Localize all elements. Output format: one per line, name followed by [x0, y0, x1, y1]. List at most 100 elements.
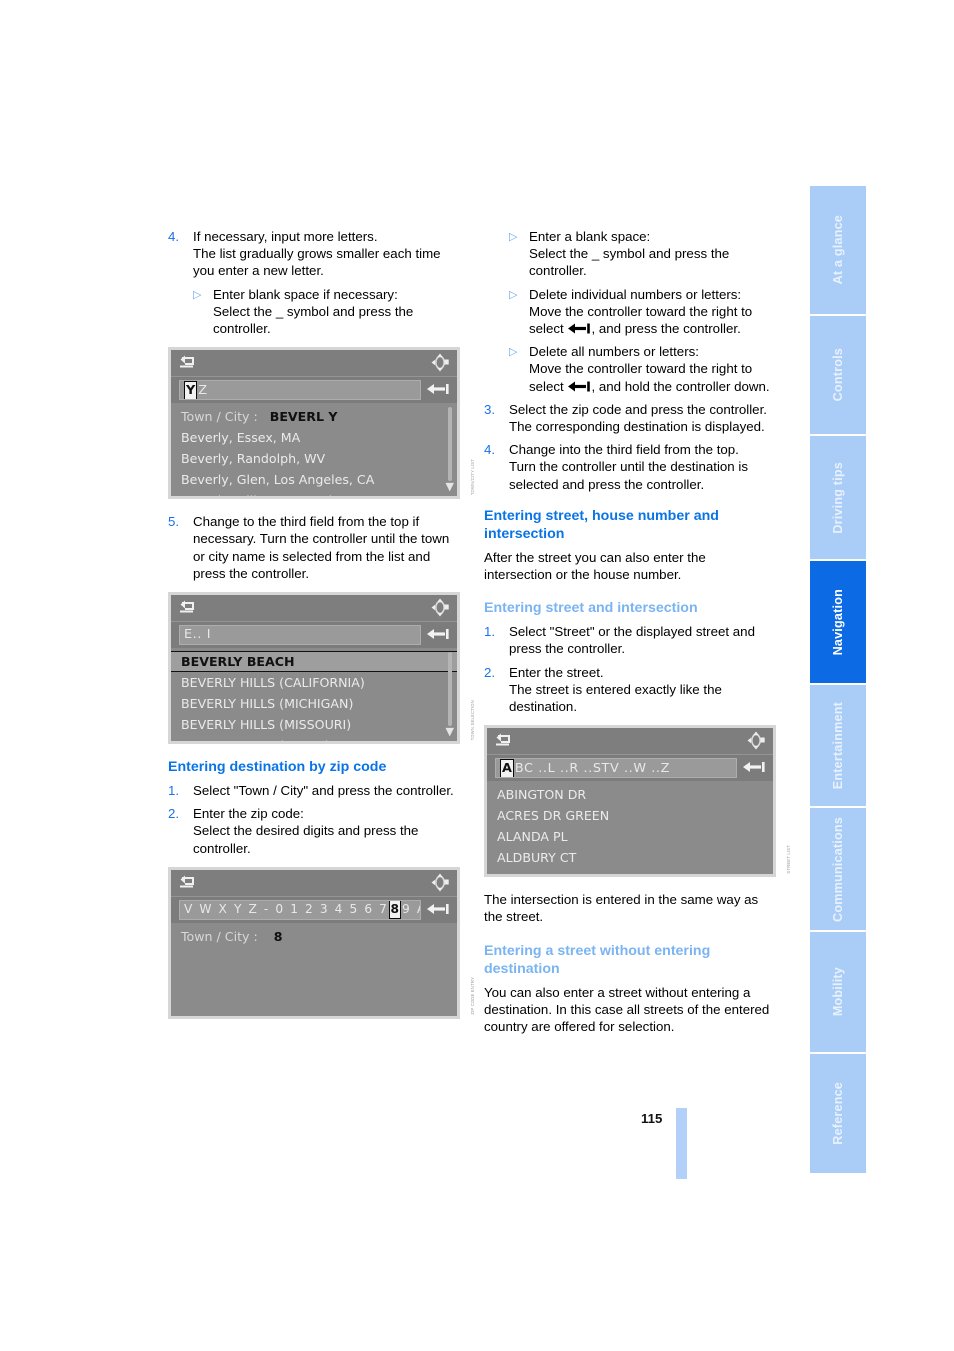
tab-mobility[interactable]: Mobility [810, 932, 866, 1052]
list-item[interactable]: ALANDA PL [487, 826, 773, 847]
step-number: 4. [168, 229, 180, 244]
list-item[interactable]: Beverly, Glen, Los Angeles, CA [171, 469, 457, 490]
nav-display: E.. I BEVERLY BEACH BEVERLY HILLS (CALIF… [168, 592, 460, 745]
delete-arrow-icon[interactable] [426, 627, 450, 641]
step-4-line-1: Change into the third field from the top… [509, 442, 739, 458]
zip-step-2-line-1: Enter the zip code: [193, 806, 304, 822]
substep-line-2b: , and press the controller. [591, 321, 741, 337]
step-number: 1. [168, 783, 180, 799]
nav-screenshot-2: E.. I BEVERLY BEACH BEVERLY HILLS (CALIF… [168, 592, 475, 745]
list-item[interactable]: Beverly, Randolph, WV [171, 448, 457, 469]
list-item[interactable]: Beverly, Essex, MA [171, 427, 457, 448]
tab-label: Mobility [831, 967, 845, 1017]
tab-entertainment[interactable]: Entertainment [810, 685, 866, 806]
scrollbar[interactable]: ▼ [443, 403, 455, 496]
town-city-label: Town / City : [181, 409, 258, 425]
back-arrow-icon[interactable] [495, 733, 512, 747]
scrollbar[interactable]: ▼ [443, 648, 455, 741]
list-item[interactable]: Beverly, Hills, Los Angeles, CA [171, 490, 457, 496]
character-input-field[interactable]: A BC ..L ..R ..STV ..W ..Z [495, 758, 737, 779]
tab-driving-tips[interactable]: Driving tips [810, 436, 866, 559]
scrollbar-thumb[interactable] [448, 407, 452, 482]
street-step-1: 1. Select "Street" or the displayed stre… [484, 623, 776, 657]
figure-caption: ZIP CODE ENTRY [470, 977, 475, 1015]
chapter-tab-rail: At a glance Controls Driving tips Naviga… [810, 186, 866, 1175]
page-number: 115 [641, 1111, 663, 1126]
character-input-field[interactable]: YZ [179, 380, 421, 401]
tab-controls[interactable]: Controls [810, 316, 866, 434]
heading-entering-street-house-number-intersection: Entering street, house number and inters… [484, 507, 719, 542]
nav-screenshot-1: YZ Town / City : BEVERL Y Beverly, Essex… [168, 347, 475, 500]
substep-delete-individual: ▷ Delete individual numbers or letters: … [484, 286, 776, 338]
four-way-controller-icon [747, 731, 765, 750]
delete-arrow-icon[interactable] [742, 760, 766, 774]
substep-delete-all: ▷ Delete all numbers or letters: Move th… [484, 343, 776, 395]
list-item[interactable]: BEVERLY HILLS (MICHIGAN) [171, 693, 457, 714]
street-step-2-line-2: The street is entered exactly like the d… [509, 681, 722, 715]
step-text: If necessary, input more letters. The li… [193, 228, 460, 280]
display-input-row: A BC ..L ..R ..STV ..W ..Z [487, 755, 773, 782]
scroll-down-arrow-icon[interactable]: ▼ [446, 726, 454, 737]
tab-label: Driving tips [831, 461, 845, 534]
selected-character[interactable]: 8 [388, 900, 402, 919]
tab-at-a-glance[interactable]: At a glance [810, 186, 866, 314]
substep-line-1: Delete individual numbers or letters: [529, 286, 742, 302]
triangle-bullet-icon: ▷ [509, 231, 518, 243]
list-item[interactable]: BEVERLY HILLS (MISSOURI) [171, 714, 457, 735]
tab-label: At a glance [831, 215, 845, 285]
step-number: 3. [484, 401, 496, 417]
page-marker-bar [676, 1108, 687, 1179]
triangle-bullet-icon: ▷ [509, 346, 518, 359]
display-top-bar [171, 350, 457, 378]
delete-arrow-icon[interactable] [426, 902, 450, 916]
back-arrow-icon[interactable] [179, 875, 196, 889]
list-item[interactable]: Town / City : 8 [171, 926, 457, 947]
list-item[interactable]: ALDBURY CT [487, 847, 773, 868]
back-arrow-icon[interactable] [179, 600, 196, 614]
character-input-field[interactable]: V W X Y Z - 0 1 2 3 4 5 6 789 A O U A [179, 899, 421, 920]
display-input-row: E.. I [171, 622, 457, 649]
tab-label: Entertainment [831, 701, 845, 790]
display-result-list: BEVERLY BEACH BEVERLY HILLS (CALIFORNIA)… [171, 648, 457, 742]
substep-blank-space: ▷ Enter blank space if necessary: Select… [168, 286, 460, 338]
display-result-list: Town / City : BEVERL Y Beverly, Essex, M… [171, 403, 457, 497]
substep-line-1: Delete all numbers or letters: [529, 344, 699, 360]
list-item[interactable]: BEVERLY HILLS (CALIFORNIA) [171, 672, 457, 693]
display-input-row: V W X Y Z - 0 1 2 3 4 5 6 789 A O U A [171, 896, 457, 923]
list-item[interactable]: ACRES DR GREEN [487, 805, 773, 826]
tab-reference[interactable]: Reference [810, 1054, 866, 1173]
zip-step-2-line-2: Select the desired digits and press the … [193, 823, 419, 856]
step-3: 3. Select the zip code and press the con… [484, 401, 776, 435]
scroll-down-arrow-icon[interactable]: ▼ [446, 481, 454, 492]
paragraph-intersection: The intersection is entered in the same … [484, 892, 759, 925]
tab-communications[interactable]: Communications [810, 808, 866, 930]
list-item[interactable]: ALDEN DR [487, 868, 773, 874]
triangle-bullet-icon: ▷ [509, 288, 518, 301]
nav-display: V W X Y Z - 0 1 2 3 4 5 6 789 A O U A To… [168, 866, 460, 1019]
delete-arrow-icon[interactable] [426, 382, 450, 396]
strip-before-selection: V W X Y Z - 0 1 2 3 4 5 6 7 [184, 902, 389, 917]
display-input-row: YZ [171, 377, 457, 404]
list-item[interactable]: Town / City : BEVERL Y [171, 406, 457, 427]
selected-character[interactable]: Y [184, 381, 198, 400]
figure-caption: TOWN/CITY LIST [470, 459, 475, 496]
selected-character[interactable]: A [500, 759, 514, 778]
step-4-line-1: If necessary, input more letters. [193, 229, 378, 244]
back-arrow-icon[interactable] [179, 355, 196, 369]
delete-arrow-icon [567, 321, 591, 334]
list-item[interactable]: BEVERLY HILLS (TEXAS) [171, 735, 457, 741]
list-item-selected[interactable]: BEVERLY BEACH [171, 651, 457, 673]
tab-label: Communications [831, 816, 845, 922]
list-item[interactable]: ABINGTON DR [487, 784, 773, 805]
nav-screenshot-4: A BC ..L ..R ..STV ..W ..Z ABINGTON DR AC… [484, 725, 791, 878]
scrollbar-thumb[interactable] [448, 652, 452, 727]
step-5-text: Change to the third field from the top i… [193, 514, 450, 581]
tab-navigation[interactable]: Navigation [810, 561, 866, 683]
figure-caption: TOWN SELECTION [470, 699, 475, 741]
step-number: 2. [168, 806, 180, 822]
left-column: 4. If necessary, input more letters. The… [168, 228, 475, 1033]
tab-label: Navigation [831, 588, 845, 656]
character-input-field[interactable]: E.. I [179, 625, 421, 646]
step-4: 4. Change into the third field from the … [484, 441, 776, 493]
heading-entering-street-without-destination: Entering a street without entering desti… [484, 942, 711, 977]
